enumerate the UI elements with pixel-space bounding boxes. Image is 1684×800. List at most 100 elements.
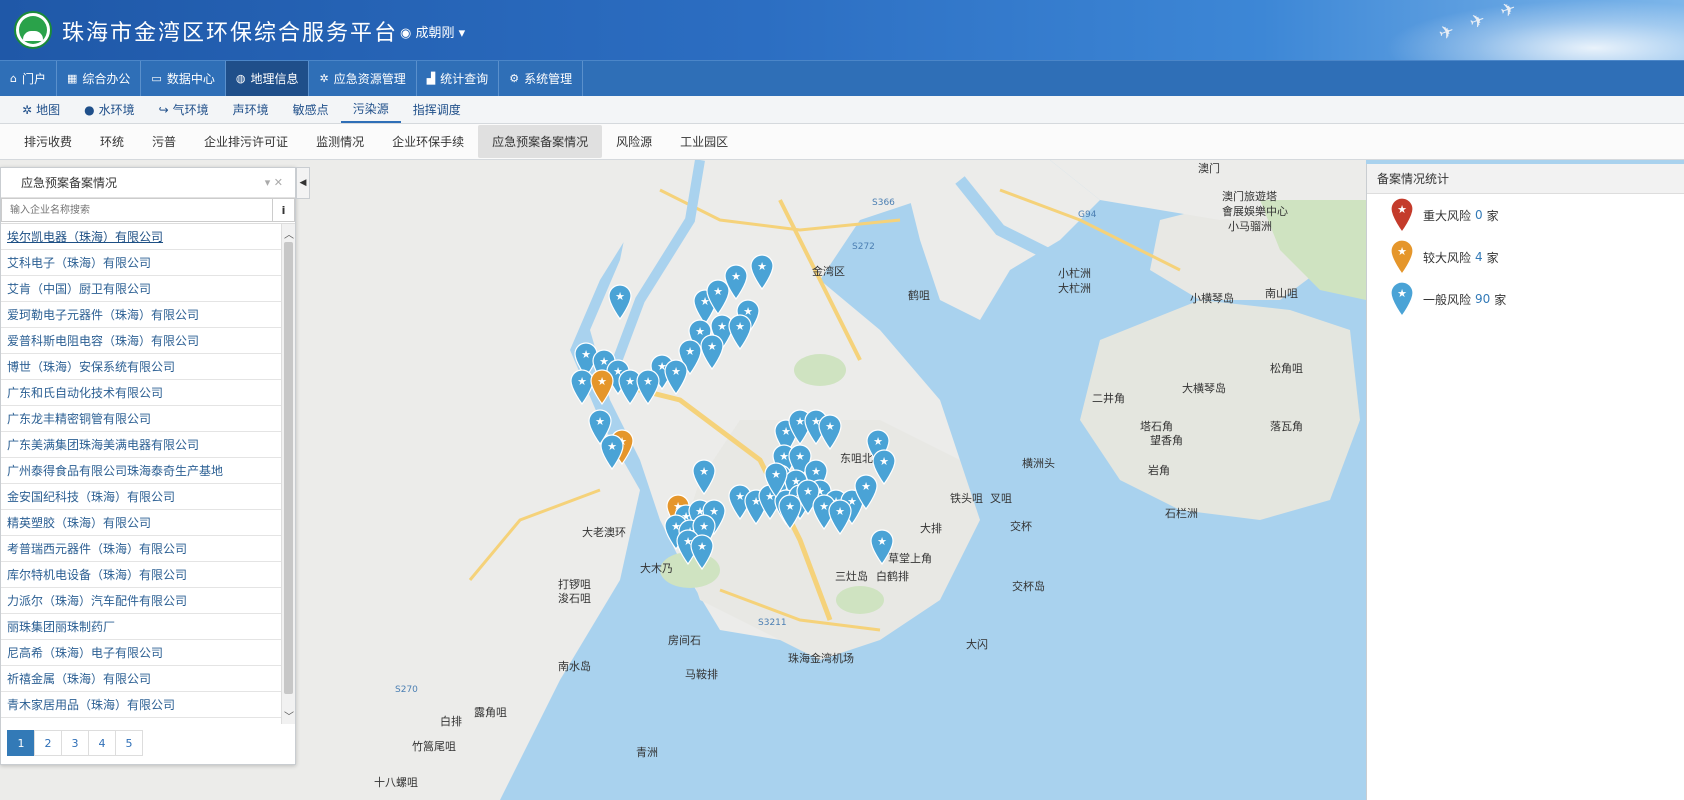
- place-label: 竹篙尾咀: [412, 740, 456, 753]
- mainnav-item-data-center[interactable]: ▭ 数据中心: [141, 61, 226, 96]
- road-label: G94: [1078, 210, 1097, 220]
- company-list-item[interactable]: 青木家居用品（珠海）有限公司: [1, 692, 281, 718]
- enterprise-marker-icon[interactable]: ★: [727, 314, 753, 350]
- panel-collapse-toggle[interactable]: ◀: [296, 167, 310, 199]
- mainnav-label: 数据中心: [166, 72, 215, 86]
- scroll-thumb[interactable]: [284, 242, 293, 694]
- tab-fee[interactable]: 排污收费: [10, 125, 86, 158]
- stat-unit: 家: [1494, 292, 1507, 307]
- enterprise-marker-icon[interactable]: ★: [777, 494, 803, 530]
- company-list-item[interactable]: 埃尔凯电器（珠海）有限公司: [1, 224, 281, 250]
- tab-emergency-plans[interactable]: 应急预案备案情况: [478, 125, 603, 158]
- close-icon[interactable]: ✕: [274, 176, 283, 189]
- enterprise-marker-icon[interactable]: ★: [827, 499, 853, 535]
- subnav-item-air[interactable]: ↪ 气环境: [147, 96, 221, 123]
- subnav-item-water[interactable]: ● 水环境: [72, 96, 147, 123]
- company-list-item[interactable]: 爱普科斯电阻电容（珠海）有限公司: [1, 328, 281, 354]
- subnav-item-pollution[interactable]: 污染源: [340, 96, 401, 123]
- place-label: 横洲头: [1022, 457, 1055, 470]
- scroll-down-icon[interactable]: ﹀: [282, 708, 296, 723]
- company-list-item[interactable]: 博世（珠海）安保系统有限公司: [1, 354, 281, 380]
- list-scrollbar[interactable]: ︿ ﹀: [281, 224, 295, 724]
- company-list-item[interactable]: 广东美满集团珠海美满电器有限公司: [1, 432, 281, 458]
- enterprise-marker-icon[interactable]: ★: [607, 284, 633, 320]
- enterprise-marker-icon[interactable]: ★: [599, 434, 625, 470]
- stats-list: ★ 重大风险 0 家 ★ 较大风险 4 家 ★ 一般风险 90 家: [1367, 194, 1684, 320]
- page-button[interactable]: 5: [115, 730, 143, 756]
- tab-pollution-census[interactable]: 污普: [138, 125, 190, 158]
- enterprise-marker-icon[interactable]: ★: [817, 414, 843, 450]
- company-list-item[interactable]: 艾科电子（珠海）有限公司: [1, 250, 281, 276]
- search-bar: i: [1, 198, 295, 224]
- subnav-item-sound[interactable]: 声环境: [221, 96, 281, 123]
- subnav-item-map[interactable]: ✲ 地图: [10, 96, 72, 123]
- company-list-item[interactable]: 广东和氏自动化技术有限公司: [1, 380, 281, 406]
- info-button[interactable]: i: [273, 198, 295, 222]
- enterprise-marker-icon[interactable]: ★: [869, 529, 895, 565]
- mainnav-item-system[interactable]: ⚙ 系统管理: [499, 61, 584, 96]
- svg-text:★: ★: [671, 365, 681, 378]
- app-header: 珠海市金湾区环保综合服务平台 ◉ 成朝刚 ▾ ✈ ✈ ✈: [0, 0, 1684, 60]
- app-logo: [14, 11, 52, 49]
- company-list-item[interactable]: 精英塑胶（珠海）有限公司: [1, 510, 281, 536]
- enterprise-marker-icon[interactable]: ★: [763, 462, 789, 498]
- mainnav-item-emergency[interactable]: ✲ 应急资源管理: [309, 61, 417, 96]
- tab-risk-source[interactable]: 风险源: [602, 125, 666, 158]
- page-button[interactable]: 3: [61, 730, 89, 756]
- mainnav-item-stats[interactable]: ▟ 统计查询: [417, 61, 500, 96]
- svg-text:★: ★: [771, 468, 781, 481]
- company-list-item[interactable]: 广州泰得食品有限公司珠海泰奇生产基地: [1, 458, 281, 484]
- company-list-item[interactable]: 艾肯（中国）厨卫有限公司: [1, 276, 281, 302]
- company-list-item[interactable]: 丽珠集团丽珠制药厂: [1, 614, 281, 640]
- company-list-item[interactable]: 库尔特机电设备（珠海）有限公司: [1, 562, 281, 588]
- place-label: 澳门旅遊塔: [1222, 190, 1277, 203]
- right-panel: 备案情况统计 ★ 重大风险 0 家 ★ 较大风险 4 家 ★ 一般风险 90 家: [1366, 164, 1684, 800]
- enterprise-marker-icon[interactable]: ★: [689, 534, 715, 570]
- mainnav-label: 应急资源管理: [333, 72, 406, 86]
- company-list-item[interactable]: 祈禧金属（珠海）有限公司: [1, 666, 281, 692]
- mainnav-item-office[interactable]: ▦ 综合办公: [57, 61, 142, 96]
- stat-row: ★ 重大风险 0 家: [1367, 194, 1684, 236]
- company-search-input[interactable]: [1, 198, 273, 222]
- water-drop-icon: ●: [84, 102, 95, 117]
- mainnav-item-home[interactable]: ⌂ 门户: [0, 61, 57, 96]
- scroll-up-icon[interactable]: ︿: [282, 226, 296, 241]
- chart-icon: ▟: [426, 72, 436, 85]
- enterprise-marker-icon[interactable]: ★: [635, 369, 661, 405]
- enterprise-marker-icon[interactable]: ★: [691, 459, 717, 495]
- mainnav-item-geo-info[interactable]: ◍ 地理信息: [225, 61, 310, 96]
- svg-text:★: ★: [811, 465, 821, 478]
- enterprise-marker-icon[interactable]: ★: [663, 359, 689, 395]
- collapse-icon[interactable]: ▾: [265, 176, 271, 189]
- enterprise-marker-icon[interactable]: ★: [723, 264, 749, 300]
- page-button[interactable]: 2: [34, 730, 62, 756]
- tab-discharge-permit[interactable]: 企业排污许可证: [190, 125, 302, 158]
- company-list-item[interactable]: 广东龙丰精密铜管有限公司: [1, 406, 281, 432]
- tab-industrial-park[interactable]: 工业园区: [666, 125, 742, 158]
- tab-monitoring[interactable]: 监测情况: [302, 125, 378, 158]
- subnav-item-dispatch[interactable]: 指挥调度: [401, 96, 473, 123]
- enterprise-marker-icon[interactable]: ★: [749, 254, 775, 290]
- mainnav-label: 系统管理: [524, 72, 573, 86]
- company-list-item[interactable]: 尼高希（珠海）电子有限公司: [1, 640, 281, 666]
- page-button[interactable]: 1: [7, 730, 35, 756]
- subnav-label: 地图: [36, 103, 61, 117]
- place-label: 三灶岛: [835, 570, 868, 583]
- company-list-item[interactable]: 力派尔（珠海）汽车配件有限公司: [1, 588, 281, 614]
- enterprise-marker-icon[interactable]: ★: [589, 369, 615, 405]
- tab-env-procedures[interactable]: 企业环保手续: [378, 125, 478, 158]
- user-menu[interactable]: ◉ 成朝刚 ▾: [400, 22, 465, 41]
- place-label: 會展娛樂中心: [1222, 205, 1288, 218]
- company-list-item[interactable]: 爱珂勒电子元器件（珠海）有限公司: [1, 302, 281, 328]
- subnav-item-sensitive[interactable]: 敏感点: [281, 96, 341, 123]
- place-label: 望香角: [1150, 434, 1183, 447]
- panel-tools[interactable]: ▾ ✕: [265, 176, 283, 189]
- page-button[interactable]: 4: [88, 730, 116, 756]
- enterprise-marker-icon[interactable]: ★: [853, 474, 879, 510]
- stat-unit: 家: [1486, 208, 1499, 223]
- tab-env-stats[interactable]: 环统: [86, 125, 138, 158]
- company-list: 埃尔凯电器（珠海）有限公司 艾科电子（珠海）有限公司 艾肯（中国）厨卫有限公司 爱珂勒…: [1, 224, 281, 724]
- company-list-item[interactable]: 考普瑞西元器件（珠海）有限公司: [1, 536, 281, 562]
- left-panel: 应急预案备案情况 ▾ ✕ i 埃尔凯电器（珠海）有限公司艾科电子（珠海）有限公司…: [0, 167, 296, 765]
- company-list-item[interactable]: 金安国纪科技（珠海）有限公司: [1, 484, 281, 510]
